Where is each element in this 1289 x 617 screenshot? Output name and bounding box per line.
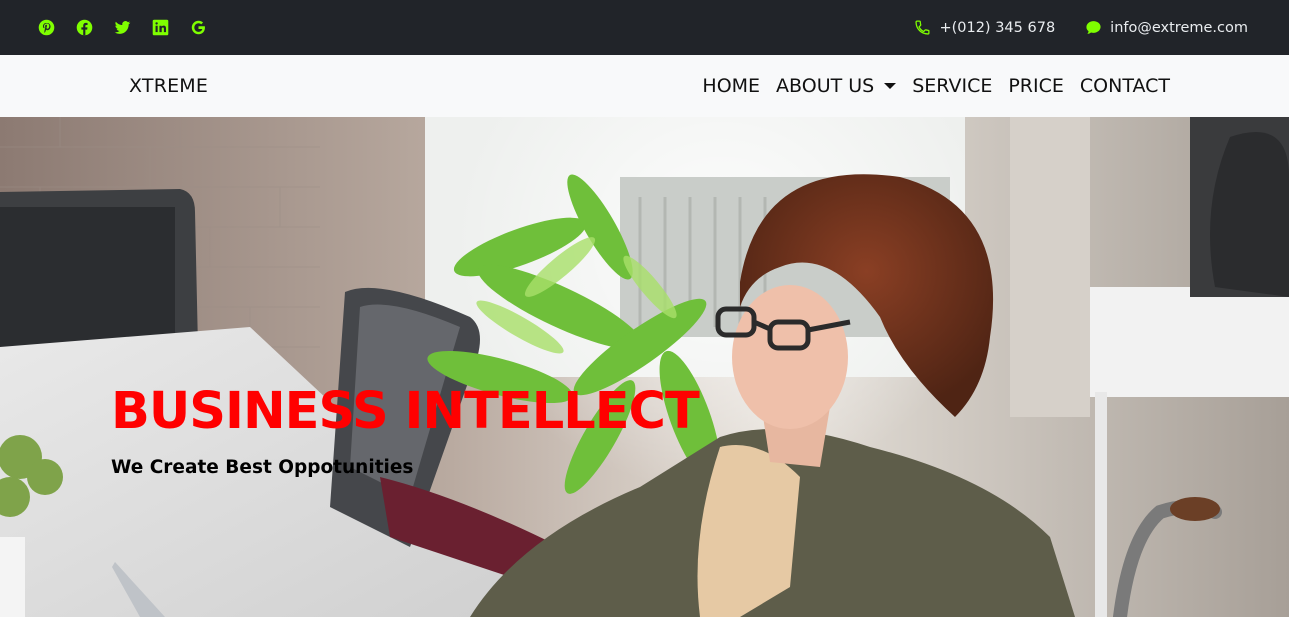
phone-number: +(012) 345 678 xyxy=(939,19,1056,36)
nav-menu: HOME ABOUT US SERVICE PRICE CONTACT xyxy=(702,75,1170,97)
nav-item-label: SERVICE xyxy=(912,75,993,97)
linkedin-icon xyxy=(152,19,168,36)
nav-item-contact[interactable]: CONTACT xyxy=(1080,75,1170,97)
facebook-icon xyxy=(76,19,92,36)
hero-background-image xyxy=(0,117,1289,617)
pinterest-link[interactable] xyxy=(36,18,56,38)
nav-item-price[interactable]: PRICE xyxy=(1008,75,1064,97)
pinterest-icon xyxy=(38,19,54,36)
top-bar: +(012) 345 678 info@extreme.com xyxy=(0,0,1289,55)
facebook-link[interactable] xyxy=(74,18,94,38)
twitter-link[interactable] xyxy=(112,18,132,38)
email-address: info@extreme.com xyxy=(1110,19,1248,36)
phone-icon xyxy=(915,20,930,35)
nav-item-home[interactable]: HOME xyxy=(702,75,760,97)
hero-section: BUSINESS INTELLECT We Create Best Oppotu… xyxy=(0,117,1289,617)
google-link[interactable] xyxy=(188,18,208,38)
nav-item-label: PRICE xyxy=(1008,75,1064,97)
chat-bubble-icon xyxy=(1086,21,1101,34)
nav-item-service[interactable]: SERVICE xyxy=(912,75,992,97)
phone-link[interactable]: +(012) 345 678 xyxy=(914,19,1055,36)
social-links xyxy=(36,18,208,38)
caret-down-icon xyxy=(884,83,897,89)
linkedin-link[interactable] xyxy=(150,18,170,38)
hero-title: BUSINESS INTELLECT xyxy=(111,382,700,441)
brand-logo[interactable]: XTREME xyxy=(129,75,208,97)
google-icon xyxy=(191,20,205,35)
hero-subtitle: We Create Best Oppotunities xyxy=(111,457,414,478)
contact-info: +(012) 345 678 info@extreme.com xyxy=(914,19,1248,36)
nav-item-label: ABOUT US xyxy=(776,75,875,97)
email-link[interactable]: info@extreme.com xyxy=(1085,19,1248,36)
main-navbar: XTREME HOME ABOUT US SERVICE PRICE CONTA… xyxy=(0,55,1289,117)
twitter-icon xyxy=(114,21,130,34)
nav-item-about-us[interactable]: ABOUT US xyxy=(776,75,897,97)
nav-item-label: HOME xyxy=(702,75,761,97)
nav-item-label: CONTACT xyxy=(1079,75,1170,97)
